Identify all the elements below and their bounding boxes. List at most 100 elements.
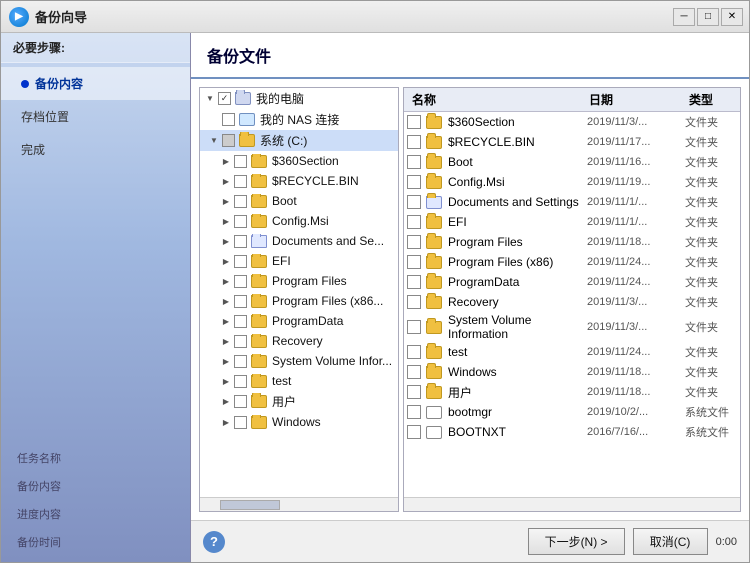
file-row[interactable]: $360Section 2019/11/3/... 文件夹	[404, 112, 740, 132]
tree-item-progdata[interactable]: ▶ ProgramData	[200, 311, 398, 331]
tree-checkbox-nas[interactable]	[222, 113, 235, 126]
file-row-checkbox[interactable]	[407, 385, 421, 399]
tree-item-mypc[interactable]: ▼ ✓ 我的电脑	[200, 88, 398, 109]
tree-scroll[interactable]: ▼ ✓ 我的电脑 我的 NA	[200, 88, 398, 497]
file-row[interactable]: $RECYCLE.BIN 2019/11/17... 文件夹	[404, 132, 740, 152]
file-row[interactable]: 用户 2019/11/18... 文件夹	[404, 382, 740, 402]
tree-checkbox[interactable]	[234, 215, 247, 228]
file-row[interactable]: bootmgr 2019/10/2/... 系统文件	[404, 402, 740, 422]
minimize-button[interactable]: ─	[673, 8, 695, 26]
sidebar-bottom-item-0: 任务名称	[9, 446, 182, 470]
tree-item-recovery[interactable]: ▶ Recovery	[200, 331, 398, 351]
tree-checkbox[interactable]	[234, 155, 247, 168]
tree-item-progfiles86[interactable]: ▶ Program Files (x86...	[200, 291, 398, 311]
file-panel-hscrollbar[interactable]	[404, 497, 740, 511]
tree-checkbox[interactable]	[234, 416, 247, 429]
tree-hscrollbar[interactable]	[200, 497, 398, 511]
sidebar-bottom: 任务名称 备份内容 进度内容 备份时间	[1, 438, 190, 562]
tree-checkbox[interactable]	[234, 355, 247, 368]
tree-item-c[interactable]: ▼ 系统 (C:)	[200, 130, 398, 151]
file-date: 2019/11/18...	[585, 386, 685, 398]
sidebar-item-label: 存档位置	[21, 108, 69, 125]
file-type: 文件夹	[685, 319, 740, 335]
file-row-checkbox[interactable]	[407, 365, 421, 379]
file-row[interactable]: Config.Msi 2019/11/19... 文件夹	[404, 172, 740, 192]
tree-item-user[interactable]: ▶ 用户	[200, 391, 398, 412]
tree-checkbox[interactable]	[234, 295, 247, 308]
tree-item-progfiles[interactable]: ▶ Program Files	[200, 271, 398, 291]
expand-icon: ▶	[220, 375, 232, 387]
file-row-checkbox[interactable]	[407, 115, 421, 129]
file-row-checkbox[interactable]	[407, 175, 421, 189]
expand-icon: ▶	[220, 416, 232, 428]
tree-item-efi[interactable]: ▶ EFI	[200, 251, 398, 271]
maximize-button[interactable]: □	[697, 8, 719, 26]
sidebar-item-complete[interactable]: 完成	[1, 133, 190, 166]
next-button[interactable]: 下一步(N) >	[528, 528, 625, 555]
file-type: 文件夹	[685, 134, 740, 150]
tree-checkbox-c[interactable]	[222, 134, 235, 147]
col-header-date: 日期	[585, 91, 685, 108]
file-row-checkbox[interactable]	[407, 195, 421, 209]
tree-item-360[interactable]: ▶ $360Section	[200, 151, 398, 171]
sidebar-bottom-item-2: 进度内容	[9, 502, 182, 526]
file-row[interactable]: BOOTNXT 2016/7/16/... 系统文件	[404, 422, 740, 442]
file-type: 文件夹	[685, 254, 740, 270]
file-row-checkbox[interactable]	[407, 135, 421, 149]
file-row[interactable]: Documents and Settings 2019/11/1/... 文件夹	[404, 192, 740, 212]
system-file-icon	[426, 406, 442, 419]
file-row-checkbox[interactable]	[407, 425, 421, 439]
file-row[interactable]: Program Files 2019/11/18... 文件夹	[404, 232, 740, 252]
tree-item-test[interactable]: ▶ test	[200, 371, 398, 391]
sidebar-header: 必要步骤:	[1, 33, 190, 63]
file-row-checkbox[interactable]	[407, 235, 421, 249]
file-row-checkbox[interactable]	[407, 215, 421, 229]
file-row-checkbox[interactable]	[407, 255, 421, 269]
file-name: System Volume Information	[444, 313, 585, 341]
file-row-checkbox[interactable]	[407, 295, 421, 309]
tree-checkbox[interactable]	[234, 195, 247, 208]
tree-checkbox[interactable]	[234, 315, 247, 328]
tree-checkbox[interactable]	[234, 335, 247, 348]
file-row[interactable]: System Volume Information 2019/11/3/... …	[404, 312, 740, 342]
expand-icon: ▶	[220, 215, 232, 227]
file-row[interactable]: Boot 2019/11/16... 文件夹	[404, 152, 740, 172]
file-row[interactable]: EFI 2019/11/1/... 文件夹	[404, 212, 740, 232]
tree-checkbox[interactable]	[234, 275, 247, 288]
file-row-checkbox[interactable]	[407, 345, 421, 359]
file-row-checkbox[interactable]	[407, 275, 421, 289]
tree-item-windows[interactable]: ▶ Windows	[200, 412, 398, 432]
tree-checkbox[interactable]	[234, 395, 247, 408]
tree-label: Boot	[272, 194, 297, 208]
tree-item-boot[interactable]: ▶ Boot	[200, 191, 398, 211]
tree-item-nas[interactable]: 我的 NAS 连接	[200, 109, 398, 130]
file-row[interactable]: Windows 2019/11/18... 文件夹	[404, 362, 740, 382]
file-row[interactable]: Program Files (x86) 2019/11/24... 文件夹	[404, 252, 740, 272]
file-row[interactable]: test 2019/11/24... 文件夹	[404, 342, 740, 362]
folder-icon	[426, 386, 442, 399]
file-row-checkbox[interactable]	[407, 155, 421, 169]
tree-checkbox[interactable]	[234, 235, 247, 248]
file-list-scroll[interactable]: $360Section 2019/11/3/... 文件夹 $RECYCLE.B…	[404, 112, 740, 497]
tree-checkbox-mypc[interactable]: ✓	[218, 92, 231, 105]
tree-item-recycle[interactable]: ▶ $RECYCLE.BIN	[200, 171, 398, 191]
tree-checkbox[interactable]	[234, 175, 247, 188]
file-row[interactable]: ProgramData 2019/11/24... 文件夹	[404, 272, 740, 292]
file-row[interactable]: Recovery 2019/11/3/... 文件夹	[404, 292, 740, 312]
help-button[interactable]: ?	[203, 531, 225, 553]
close-button[interactable]: ✕	[721, 8, 743, 26]
file-row-checkbox[interactable]	[407, 320, 421, 334]
file-date: 2019/11/24...	[585, 276, 685, 288]
expand-icon: ▶	[220, 295, 232, 307]
tree-item-sysvolinfo[interactable]: ▶ System Volume Infor...	[200, 351, 398, 371]
file-date: 2019/11/19...	[585, 176, 685, 188]
sidebar-item-backup-content[interactable]: 备份内容	[1, 67, 190, 100]
sidebar-item-archive-location[interactable]: 存档位置	[1, 100, 190, 133]
tree-checkbox[interactable]	[234, 375, 247, 388]
file-row-checkbox[interactable]	[407, 405, 421, 419]
tree-item-docs[interactable]: ▶ Documents and Se...	[200, 231, 398, 251]
tree-label: Program Files	[272, 274, 347, 288]
tree-checkbox[interactable]	[234, 255, 247, 268]
cancel-button[interactable]: 取消(C)	[633, 528, 708, 555]
tree-item-config[interactable]: ▶ Config.Msi	[200, 211, 398, 231]
